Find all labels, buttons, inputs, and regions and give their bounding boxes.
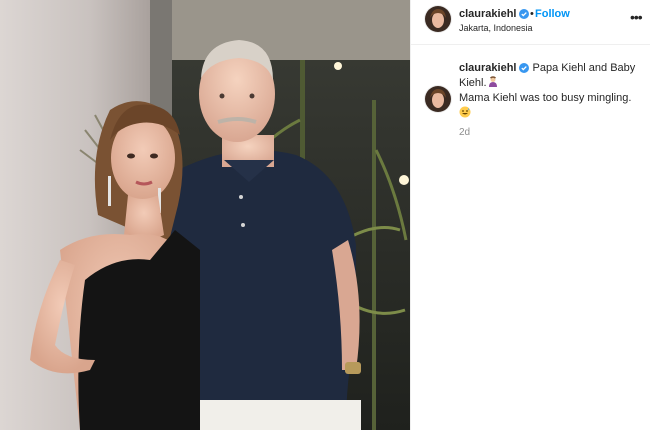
person-emoji-icon: [488, 76, 497, 87]
caption-avatar[interactable]: [425, 86, 451, 112]
caption-username[interactable]: claurakiehl: [459, 62, 530, 74]
post-caption: claurakiehl Papa Kiehl and Baby Kiehl. M…: [459, 61, 637, 121]
post-header: claurakiehl • Follow Jakarta, Indonesia …: [411, 0, 650, 45]
verified-badge-icon: [519, 63, 530, 73]
more-options-icon[interactable]: •••: [630, 9, 643, 25]
location-link[interactable]: Jakarta, Indonesia: [459, 23, 533, 33]
post-timestamp: 2d: [459, 127, 471, 138]
caption-text-line2: Mama Kiehl was too busy mingling.: [459, 92, 632, 104]
grinning-sweat-emoji-icon: [459, 106, 471, 118]
verified-badge-icon: [519, 9, 530, 19]
profile-avatar[interactable]: [425, 6, 451, 32]
post-side-panel: claurakiehl • Follow Jakarta, Indonesia …: [410, 0, 650, 430]
photo-scene: [0, 0, 410, 430]
follow-button[interactable]: Follow: [535, 8, 570, 20]
header-username[interactable]: claurakiehl: [459, 8, 530, 20]
post-photo[interactable]: [0, 0, 410, 430]
separator-dot: •: [530, 8, 534, 20]
